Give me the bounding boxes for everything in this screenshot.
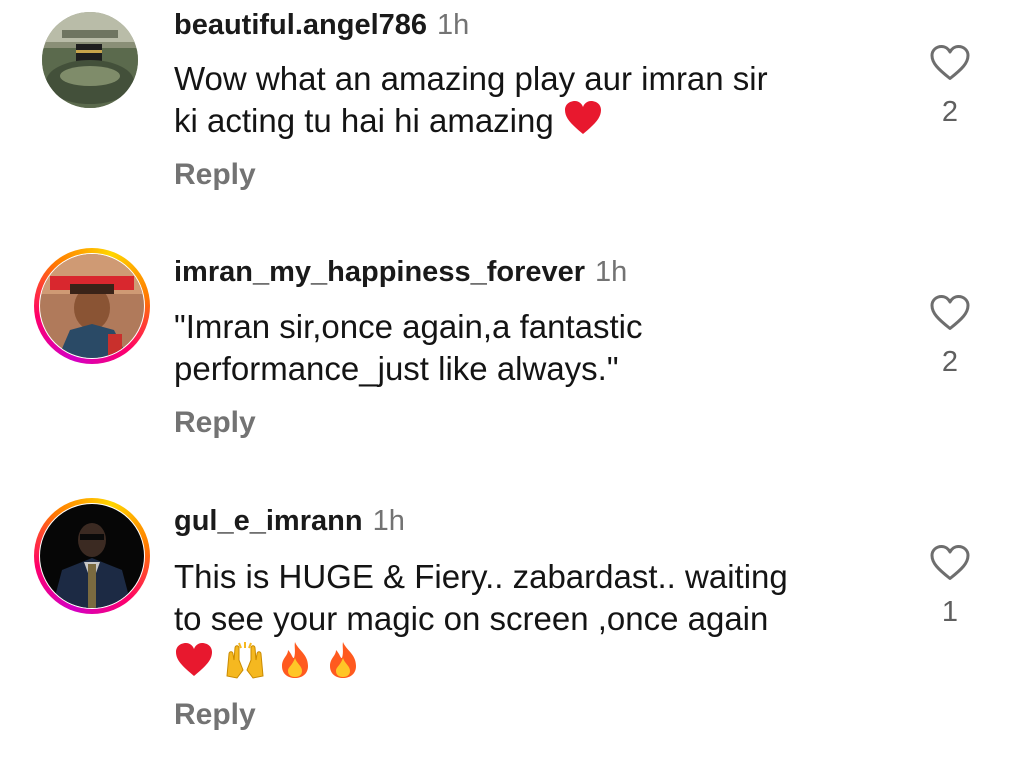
comment-item: imran_my_happiness_forever 1h "Imran sir,… bbox=[0, 240, 1024, 490]
like-count: 2 bbox=[941, 346, 959, 378]
comment-text: This is HUGE & Fiery.. zabardast.. waiti… bbox=[174, 556, 894, 686]
like-count: 1 bbox=[941, 596, 959, 628]
like-count: 2 bbox=[941, 96, 959, 128]
comment-text-line-2-text: ki acting tu hai hi amazing bbox=[174, 102, 554, 139]
fire-icon bbox=[276, 640, 314, 690]
reply-button[interactable]: Reply bbox=[174, 698, 256, 732]
red-heart-icon bbox=[563, 100, 603, 146]
avatar[interactable] bbox=[34, 248, 150, 364]
avatar-image bbox=[42, 12, 138, 108]
red-heart-icon bbox=[174, 642, 214, 688]
reply-button[interactable]: Reply bbox=[174, 158, 256, 192]
comment-item: beautiful.angel786 1h Wow what an amazing… bbox=[0, 0, 1024, 240]
username[interactable]: imran_my_happiness_forever bbox=[174, 256, 585, 288]
timestamp: 1h bbox=[595, 256, 628, 288]
comment-text-line: "Imran sir,once again,a fantastic bbox=[174, 308, 643, 345]
raising-hands-icon bbox=[223, 640, 267, 690]
comment-text-line-2: to see your magic on screen ,once again bbox=[174, 600, 769, 637]
like-control: 2 bbox=[920, 44, 980, 128]
username[interactable]: gul_e_imrann bbox=[174, 505, 363, 537]
comment-header: beautiful.angel786 1h bbox=[174, 8, 469, 42]
comment-header: imran_my_happiness_forever 1h bbox=[174, 255, 627, 289]
comment-text-line-2: performance_just like always." bbox=[174, 350, 619, 387]
like-control: 1 bbox=[920, 544, 980, 628]
like-control: 2 bbox=[920, 294, 980, 378]
avatar[interactable] bbox=[42, 12, 138, 108]
avatar-image bbox=[40, 504, 144, 608]
fire-icon bbox=[324, 640, 362, 690]
comment-text-line-2: ki acting tu hai hi amazing bbox=[174, 100, 894, 146]
username[interactable]: beautiful.angel786 bbox=[174, 9, 427, 41]
comment-emoji-line bbox=[174, 640, 894, 686]
comment-text: "Imran sir,once again,a fantastic perfor… bbox=[174, 306, 894, 390]
timestamp: 1h bbox=[437, 9, 470, 41]
avatar[interactable] bbox=[34, 498, 150, 614]
comment-text-line: This is HUGE & Fiery.. zabardast.. waiti… bbox=[174, 558, 788, 595]
heart-outline-icon[interactable] bbox=[920, 44, 980, 82]
heart-outline-icon[interactable] bbox=[920, 294, 980, 332]
timestamp: 1h bbox=[372, 505, 405, 537]
reply-button[interactable]: Reply bbox=[174, 406, 256, 440]
comment-header: gul_e_imrann 1h bbox=[174, 504, 405, 538]
comment-text: Wow what an amazing play aur imran sir k… bbox=[174, 58, 894, 146]
comment-text-line: Wow what an amazing play aur imran sir bbox=[174, 60, 768, 97]
heart-outline-icon[interactable] bbox=[920, 544, 980, 582]
avatar-image bbox=[40, 254, 144, 358]
comment-item: gul_e_imrann 1h This is HUGE & Fiery.. za… bbox=[0, 490, 1024, 772]
